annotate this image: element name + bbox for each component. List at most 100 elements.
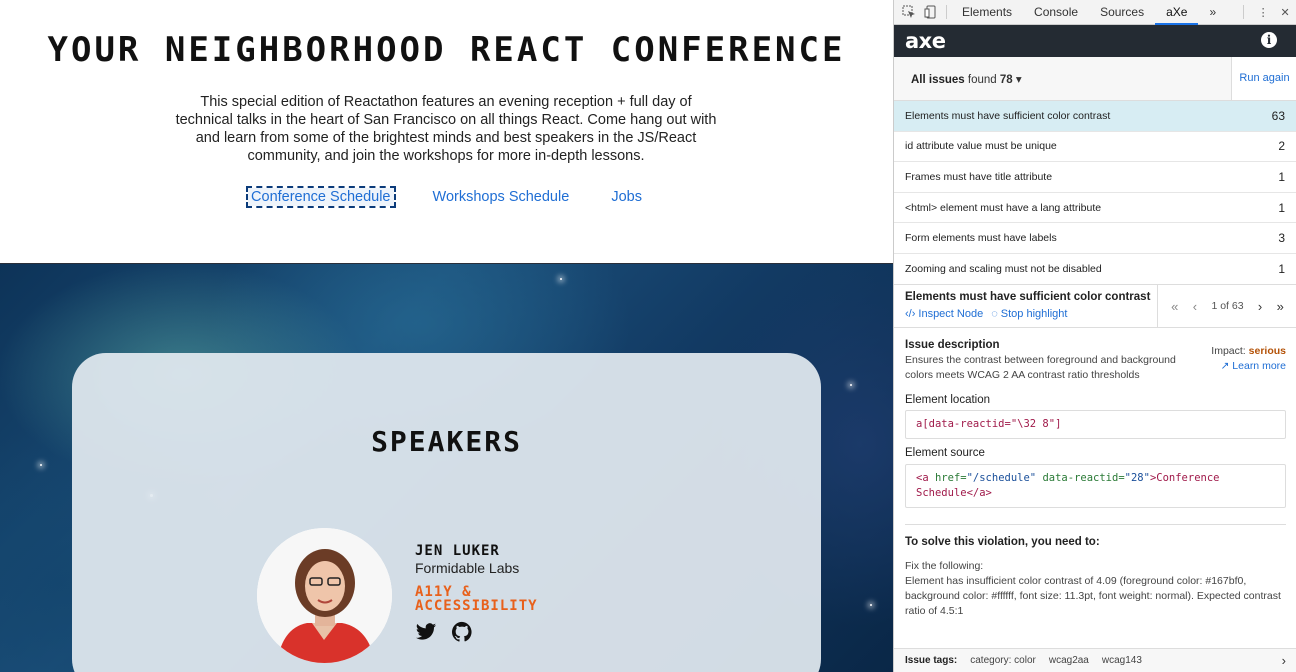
impact-indicator: Impact: serious bbox=[1211, 345, 1286, 357]
source-text: >Conference bbox=[1149, 472, 1220, 484]
issue-label: id attribute value must be unique bbox=[905, 140, 1057, 153]
tab-divider bbox=[1243, 5, 1245, 19]
tab-divider bbox=[946, 5, 947, 19]
issue-description-text: Ensures the contrast between foreground … bbox=[905, 354, 1176, 381]
issue-description-heading: Issue description bbox=[905, 339, 1000, 351]
issue-row-color-contrast[interactable]: Elements must have sufficient color cont… bbox=[894, 101, 1296, 132]
issue-count: 2 bbox=[1278, 139, 1285, 154]
close-icon[interactable]: ✕ bbox=[1274, 1, 1296, 23]
issue-list: Elements must have sufficient color cont… bbox=[894, 101, 1296, 285]
issue-tag: category: color bbox=[970, 655, 1036, 666]
schedule-nav: Conference Schedule Workshops Schedule J… bbox=[0, 186, 893, 208]
issues-total: 78 bbox=[999, 74, 1013, 86]
prev-page-icon[interactable]: ‹ bbox=[1193, 299, 1197, 314]
github-icon[interactable] bbox=[451, 621, 473, 643]
element-source-code[interactable]: <a href="/schedule" data-reactid="28">Co… bbox=[905, 464, 1286, 508]
source-tag-open: <a bbox=[916, 472, 929, 484]
tab-sources[interactable]: Sources bbox=[1089, 0, 1155, 25]
issue-row-html-lang[interactable]: <html> element must have a lang attribut… bbox=[894, 193, 1296, 224]
speakers-heading: SPEAKERS bbox=[371, 425, 522, 458]
conference-title: YOUR NEIGHBORHOOD REACT CONFERENCE bbox=[47, 30, 846, 70]
element-source-heading: Element source bbox=[905, 447, 985, 459]
tab-elements[interactable]: Elements bbox=[951, 0, 1023, 25]
website-viewport: YOUR NEIGHBORHOOD REACT CONFERENCE This … bbox=[0, 0, 893, 672]
device-toolbar-icon[interactable] bbox=[920, 1, 942, 23]
source-attr-reactid: data-reactid= bbox=[1042, 472, 1125, 484]
speaker-social-links bbox=[415, 621, 473, 643]
source-val-reactid: "28" bbox=[1124, 472, 1150, 484]
issue-label: Form elements must have labels bbox=[905, 232, 1057, 245]
issue-tags-bar: Issue tags: category: color wcag2aa wcag… bbox=[894, 648, 1296, 672]
external-link-icon: ↗ bbox=[1220, 360, 1230, 372]
fix-following-label: Fix the following: bbox=[905, 560, 984, 572]
issue-label: Zooming and scaling must not be disabled bbox=[905, 262, 1102, 275]
element-location-selector: a[data-reactid="\32 8"] bbox=[916, 418, 1062, 430]
issue-row-zoom-scaling[interactable]: Zooming and scaling must not be disabled… bbox=[894, 254, 1296, 285]
source-end: > bbox=[985, 487, 992, 499]
devtools-tabbar: Elements Console Sources aXe » ⋮ ✕ bbox=[894, 0, 1296, 25]
inspect-node-label: Inspect Node bbox=[918, 308, 984, 320]
issue-tags-label: Issue tags: bbox=[905, 655, 958, 666]
issue-row-form-labels[interactable]: Form elements must have labels 3 bbox=[894, 223, 1296, 254]
kebab-menu-icon[interactable]: ⋮ bbox=[1252, 1, 1274, 23]
impact-label: Impact: bbox=[1211, 345, 1246, 357]
inspect-element-icon[interactable] bbox=[898, 1, 920, 23]
source-attr-href: href= bbox=[934, 472, 967, 484]
source-val-href: "/schedule" bbox=[966, 472, 1037, 484]
issue-row-frame-title[interactable]: Frames must have title attribute 1 bbox=[894, 162, 1296, 193]
issue-tag: wcag143 bbox=[1101, 655, 1142, 666]
issue-count: 1 bbox=[1278, 169, 1285, 184]
star bbox=[560, 278, 562, 280]
workshops-schedule-link[interactable]: Workshops Schedule bbox=[430, 188, 573, 206]
highlight-icon: ◌ bbox=[991, 308, 998, 320]
speaker-portrait-image bbox=[257, 528, 392, 663]
inspect-node-link[interactable]: ‹/› Inspect Node bbox=[905, 308, 983, 320]
star bbox=[40, 464, 42, 466]
issue-detail-title: Elements must have sufficient color cont… bbox=[905, 291, 1151, 303]
issue-tag: wcag2aa bbox=[1048, 655, 1089, 666]
chevron-down-icon: ▾ bbox=[1015, 74, 1022, 86]
info-icon[interactable]: i bbox=[1261, 32, 1277, 48]
chevron-right-icon[interactable]: › bbox=[1282, 653, 1286, 668]
issue-detail-actions: ‹/› Inspect Node ◌ Stop highlight bbox=[905, 308, 1067, 320]
next-page-icon[interactable]: › bbox=[1258, 299, 1262, 314]
learn-more-link[interactable]: ↗ Learn more bbox=[1221, 360, 1286, 372]
tab-axe[interactable]: aXe bbox=[1155, 0, 1199, 25]
issue-row-duplicate-id[interactable]: id attribute value must be unique 2 bbox=[894, 132, 1296, 163]
issue-pager: « ‹ 1 of 63 › » bbox=[1157, 285, 1296, 327]
issue-label: <html> element must have a lang attribut… bbox=[905, 201, 1102, 214]
speaker-avatar bbox=[257, 528, 392, 663]
speaker-company: Formidable Labs bbox=[415, 560, 520, 576]
last-page-icon[interactable]: » bbox=[1277, 299, 1284, 314]
devtools-panel: Elements Console Sources aXe » ⋮ ✕ axe i… bbox=[893, 0, 1296, 672]
issues-found-label: found bbox=[967, 74, 997, 86]
issue-count: 63 bbox=[1271, 108, 1285, 123]
star bbox=[870, 604, 872, 606]
issue-detail-body: Issue description Ensures the contrast b… bbox=[894, 328, 1296, 648]
more-tabs-button[interactable]: » bbox=[1198, 0, 1227, 25]
jobs-link[interactable]: Jobs bbox=[608, 188, 645, 206]
conference-schedule-link[interactable]: Conference Schedule bbox=[246, 186, 396, 208]
run-again-button[interactable]: Run again bbox=[1231, 57, 1296, 100]
issue-count: 1 bbox=[1278, 261, 1285, 276]
hero-section: YOUR NEIGHBORHOOD REACT CONFERENCE This … bbox=[0, 0, 893, 264]
star bbox=[850, 384, 852, 386]
impact-value: serious bbox=[1248, 345, 1286, 357]
twitter-icon[interactable] bbox=[415, 621, 437, 643]
axe-header: axe i bbox=[894, 25, 1296, 57]
element-location-heading: Element location bbox=[905, 394, 991, 406]
stop-highlight-link[interactable]: ◌ Stop highlight bbox=[991, 308, 1067, 320]
tab-console[interactable]: Console bbox=[1023, 0, 1089, 25]
speakers-card: SPEAKERS JEN LUKER Formidable Labs A11Y … bbox=[72, 353, 821, 672]
fix-detail-text: Element has insufficient color contrast … bbox=[905, 575, 1281, 617]
axe-logo: axe bbox=[905, 29, 946, 53]
issue-label: Frames must have title attribute bbox=[905, 170, 1053, 183]
issues-label: All issues bbox=[911, 74, 965, 86]
pager-position: 1 of 63 bbox=[1211, 300, 1244, 312]
issues-filter-dropdown[interactable]: All issues found 78 ▾ bbox=[911, 72, 1022, 86]
code-icon: ‹/› bbox=[905, 308, 916, 320]
first-page-icon[interactable]: « bbox=[1171, 299, 1178, 314]
conference-description: This special edition of Reactathon featu… bbox=[175, 94, 717, 164]
element-location-code[interactable]: a[data-reactid="\32 8"] bbox=[905, 410, 1286, 439]
solve-heading: To solve this violation, you need to: bbox=[905, 536, 1100, 548]
